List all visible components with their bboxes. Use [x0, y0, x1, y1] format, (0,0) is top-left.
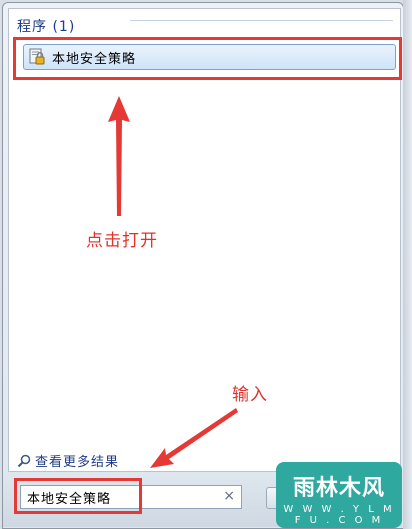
desktop-edge [403, 0, 412, 529]
search-icon [17, 454, 31, 468]
see-more-label: 查看更多结果 [35, 455, 120, 470]
annotation-highlight-search [14, 478, 142, 514]
annotation-click-open: 点击打开 [86, 231, 158, 251]
watermark-url: W W W . Y L M F U . C O M [283, 504, 395, 526]
clear-search-icon[interactable]: × [223, 488, 235, 504]
section-header-programs: 程序 (1) [17, 19, 76, 35]
watermark-logo: 雨林木风 W W W . Y L M F U . C O M [276, 462, 402, 528]
see-more-results-link[interactable]: 查看更多结果 [17, 451, 119, 470]
watermark-title: 雨林木风 [292, 475, 385, 501]
annotation-input: 输入 [232, 385, 268, 405]
section-divider [130, 20, 393, 21]
annotation-highlight-result [13, 37, 402, 80]
